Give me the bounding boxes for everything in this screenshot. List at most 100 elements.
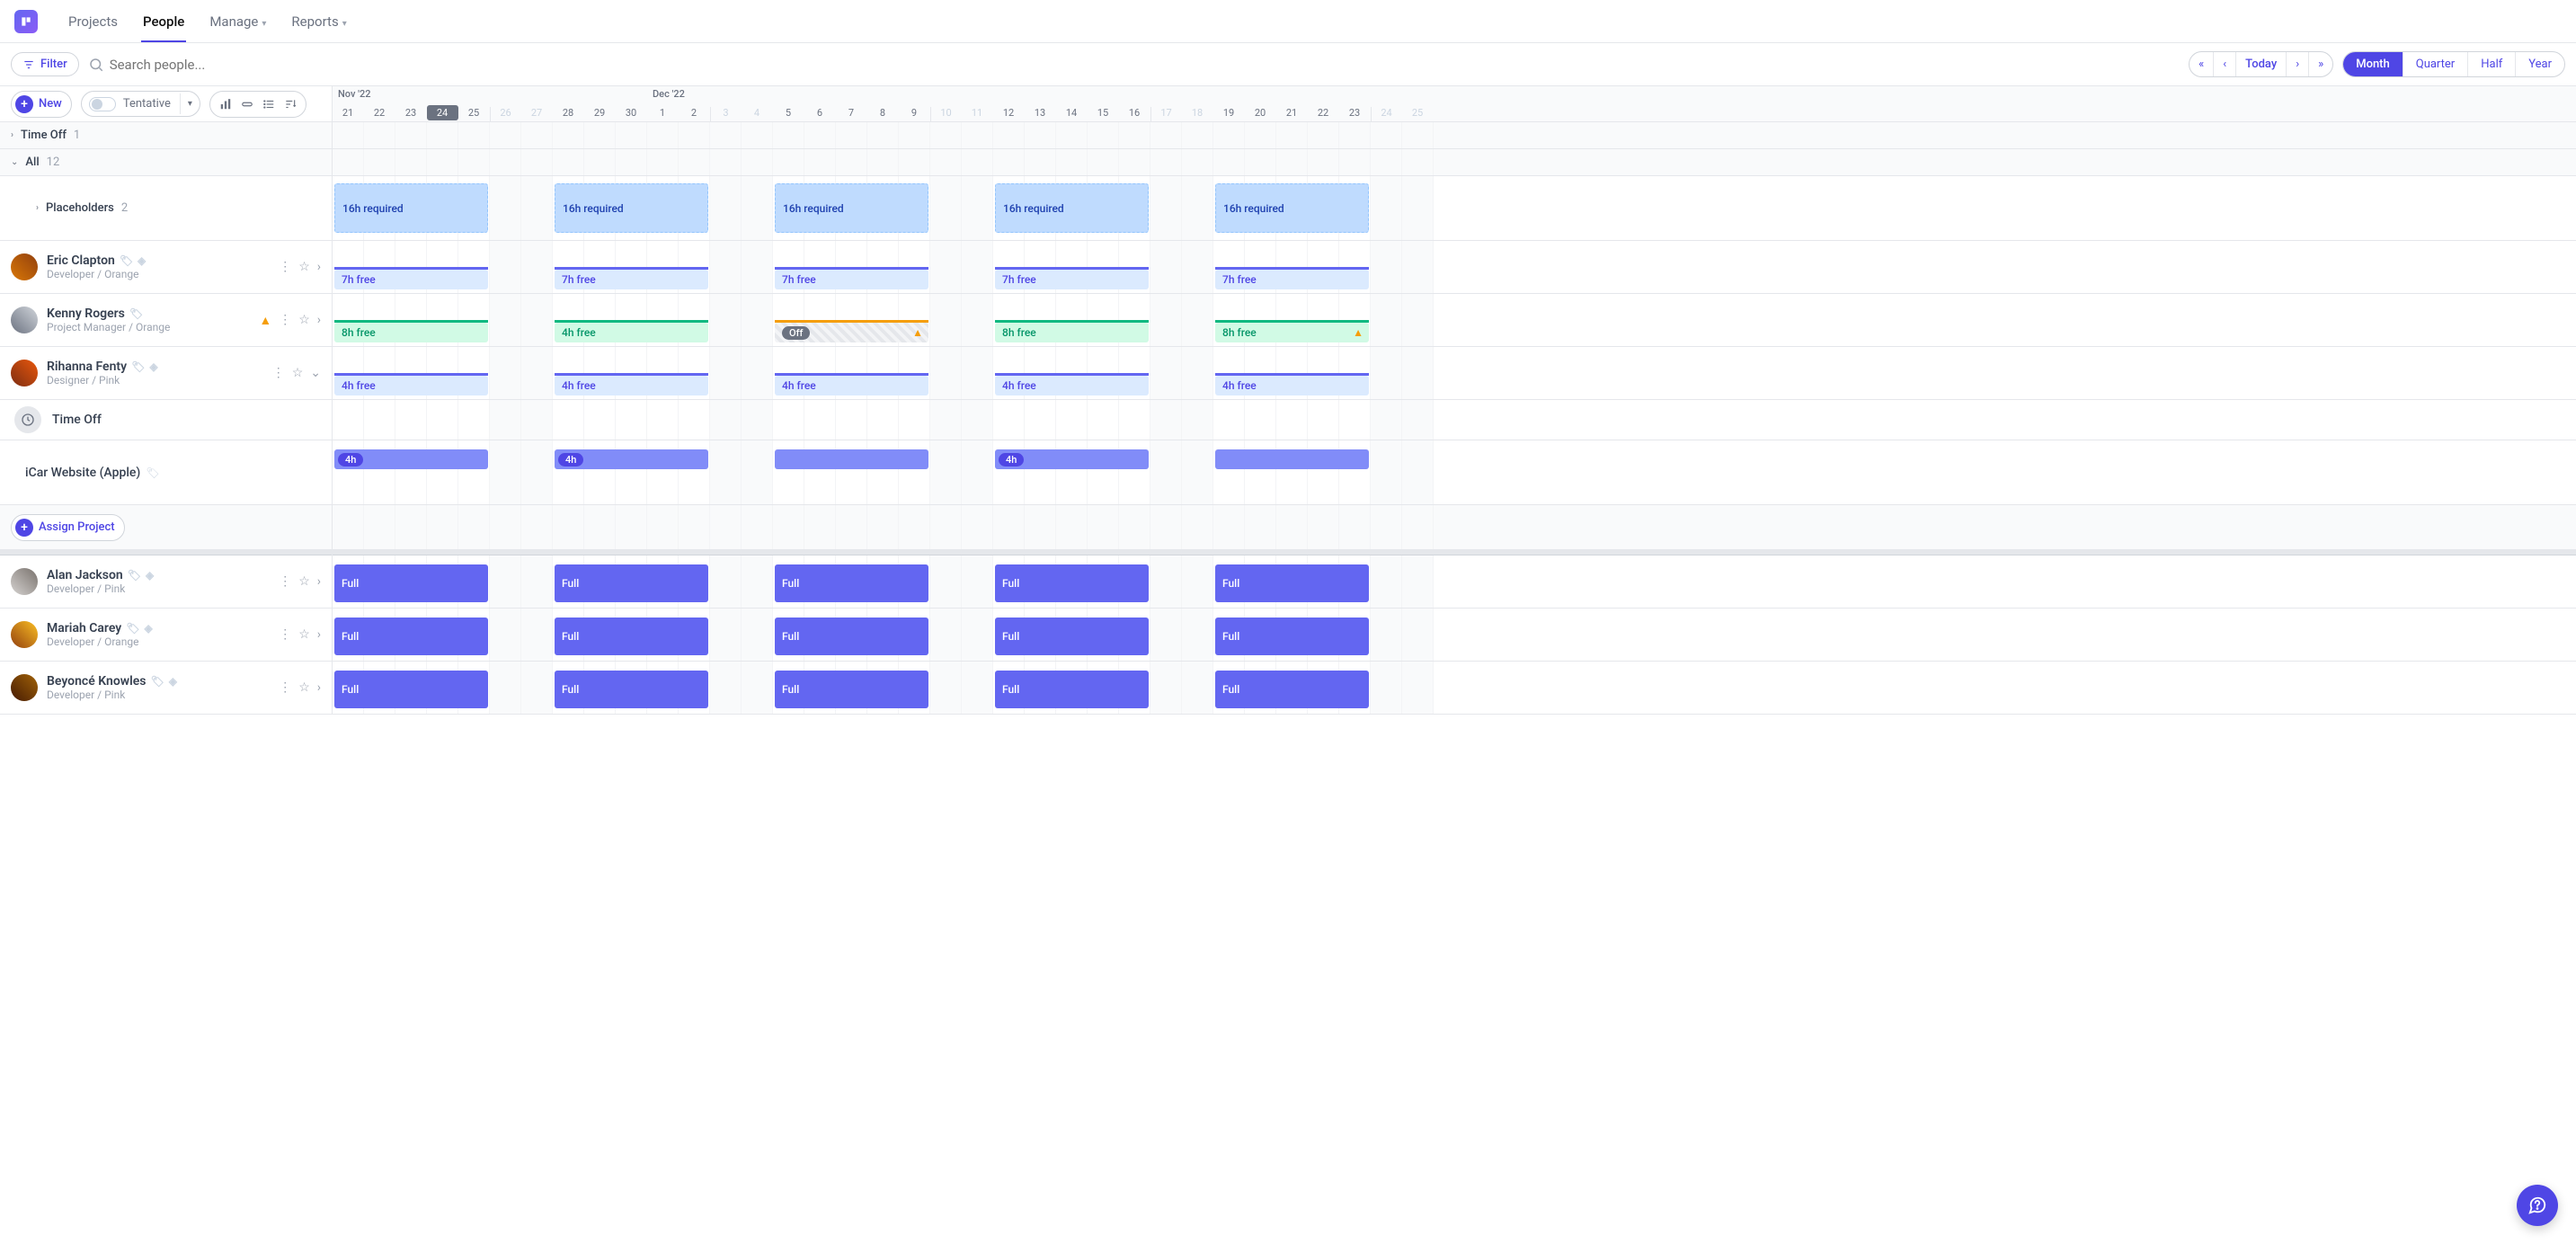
free-bar[interactable]: 4h free [334, 376, 488, 395]
day-header-cell[interactable]: 5 [773, 107, 804, 122]
day-header-cell[interactable]: 20 [1245, 107, 1276, 122]
prev-button[interactable]: ‹ [2214, 52, 2236, 76]
jump-back-button[interactable]: « [2190, 52, 2214, 76]
expand-icon[interactable]: › [317, 627, 321, 642]
day-header-cell[interactable]: 24 [1371, 107, 1402, 122]
zoom-quarter[interactable]: Quarter [2403, 52, 2468, 76]
free-bar[interactable]: 8h free▲ [1215, 323, 1369, 342]
more-icon[interactable]: ⋮ [272, 366, 285, 380]
full-bar[interactable]: Full [555, 618, 708, 655]
allocation-bar[interactable]: 4h [334, 449, 488, 469]
free-bar[interactable]: 7h free [775, 270, 928, 289]
subitem-project[interactable]: iCar Website (Apple)🏷 [0, 440, 332, 505]
allocation-bar[interactable]: 4h [995, 449, 1149, 469]
day-header-cell[interactable]: 26 [490, 107, 521, 122]
day-header-cell[interactable]: 30 [616, 107, 647, 122]
group-all[interactable]: ⌄ All 12 [0, 149, 332, 176]
day-header-cell[interactable]: 9 [899, 107, 930, 122]
day-header-cell[interactable]: 22 [364, 107, 395, 122]
full-bar[interactable]: Full [555, 671, 708, 708]
required-bar[interactable]: 16h required [995, 183, 1149, 233]
full-bar[interactable]: Full [995, 618, 1149, 655]
star-icon[interactable]: ☆ [298, 260, 310, 274]
person-row[interactable]: Mariah Carey🏷◈ Developer / Orange ⋮☆› [0, 609, 332, 662]
day-header-cell[interactable]: 29 [584, 107, 616, 122]
day-header-cell[interactable]: 22 [1308, 107, 1339, 122]
day-header-cell[interactable]: 27 [521, 107, 553, 122]
day-header-cell[interactable]: 2 [679, 107, 710, 122]
full-bar[interactable]: Full [334, 671, 488, 708]
full-bar[interactable]: Full [775, 618, 928, 655]
grid-row-person[interactable]: 7h free7h free7h free7h free7h free [333, 241, 2576, 294]
free-bar[interactable]: 4h free [775, 376, 928, 395]
day-header-cell[interactable]: 23 [395, 107, 427, 122]
grid-row-person[interactable]: Full Full Full Full Full [333, 555, 2576, 609]
tentative-toggle[interactable] [89, 97, 116, 111]
person-row[interactable]: Eric Clapton🏷◈ Developer / Orange ⋮☆› [0, 241, 332, 294]
free-bar[interactable]: 7h free [334, 270, 488, 289]
required-bar[interactable]: 16h required [775, 183, 928, 233]
grid-row-person[interactable]: 8h free4h freeOff▲8h free8h free▲ [333, 294, 2576, 347]
full-bar[interactable]: Full [775, 671, 928, 708]
day-header-cell[interactable]: 25 [1402, 107, 1434, 122]
subitem-timeoff[interactable]: Time Off [0, 400, 332, 440]
day-header-cell[interactable]: 28 [553, 107, 584, 122]
person-row[interactable]: Rihanna Fenty🏷◈ Designer / Pink ⋮☆⌄ [0, 347, 332, 400]
person-row[interactable]: Beyoncé Knowles🏷◈ Developer / Pink ⋮☆› [0, 662, 332, 715]
grid-row-person[interactable]: Full Full Full Full Full [333, 609, 2576, 662]
day-header-cell[interactable]: 23 [1339, 107, 1371, 122]
collapse-icon[interactable]: ⌄ [310, 366, 321, 380]
day-header-cell[interactable]: 11 [962, 107, 993, 122]
free-bar[interactable]: 4h free [1215, 376, 1369, 395]
grid-row-person[interactable]: FullFullFullFullFull [333, 662, 2576, 715]
next-button[interactable]: › [2287, 52, 2309, 76]
expand-icon[interactable]: › [317, 260, 321, 274]
assign-project-button[interactable]: + Assign Project [11, 514, 125, 541]
full-bar[interactable]: Full [775, 564, 928, 602]
group-timeoff[interactable]: › Time Off 1 [0, 122, 332, 149]
day-header-cell[interactable]: 3 [710, 107, 742, 122]
full-bar[interactable]: Full [555, 564, 708, 602]
free-bar[interactable]: 7h free [1215, 270, 1369, 289]
nav-manage[interactable]: Manage▾ [197, 1, 279, 42]
nav-projects[interactable]: Projects [56, 1, 130, 42]
day-header-cell[interactable]: 14 [1056, 107, 1088, 122]
day-header-cell[interactable]: 7 [836, 107, 867, 122]
free-bar[interactable]: 4h free [555, 323, 708, 342]
free-bar[interactable]: 7h free [995, 270, 1149, 289]
star-icon[interactable]: ☆ [298, 313, 310, 327]
person-row[interactable]: Kenny Rogers🏷 Project Manager / Orange ▲… [0, 294, 332, 347]
allocation-bar[interactable] [1215, 449, 1369, 469]
day-header-cell[interactable]: 15 [1088, 107, 1119, 122]
off-bar[interactable]: Off▲ [775, 323, 928, 342]
new-button[interactable]: + New [11, 91, 72, 118]
allocation-bar[interactable]: 4h [555, 449, 708, 469]
full-bar[interactable]: Full [1215, 618, 1369, 655]
zoom-month[interactable]: Month [2343, 52, 2403, 76]
grid-row-project[interactable]: 4h 4h 4h [333, 440, 2576, 505]
group-placeholders[interactable]: › Placeholders 2 [0, 176, 332, 241]
today-button[interactable]: Today [2236, 52, 2287, 76]
full-bar[interactable]: Full [995, 564, 1149, 602]
help-fab[interactable] [2517, 1185, 2558, 1226]
full-bar[interactable]: Full [1215, 671, 1369, 708]
filter-button[interactable]: Filter [11, 52, 79, 76]
grid-row-person[interactable]: 4h free4h free4h free4h free4h free [333, 347, 2576, 400]
expand-icon[interactable]: › [317, 574, 321, 589]
day-header-cell[interactable]: 12 [993, 107, 1025, 122]
day-header-cell[interactable]: 21 [333, 107, 364, 122]
day-header-cell[interactable]: 19 [1213, 107, 1245, 122]
day-header-cell[interactable]: 13 [1025, 107, 1056, 122]
full-bar[interactable]: Full [334, 618, 488, 655]
required-bar[interactable]: 16h required [1215, 183, 1369, 233]
expand-icon[interactable]: › [317, 680, 321, 695]
free-bar[interactable]: 8h free [334, 323, 488, 342]
more-icon[interactable]: ⋮ [279, 627, 291, 642]
day-header-cell[interactable]: 24 [427, 105, 458, 120]
zoom-half[interactable]: Half [2468, 52, 2516, 76]
more-icon[interactable]: ⋮ [279, 574, 291, 589]
required-bar[interactable]: 16h required [334, 183, 488, 233]
full-bar[interactable]: Full [1215, 564, 1369, 602]
app-logo[interactable] [14, 10, 38, 33]
full-bar[interactable]: Full [334, 564, 488, 602]
